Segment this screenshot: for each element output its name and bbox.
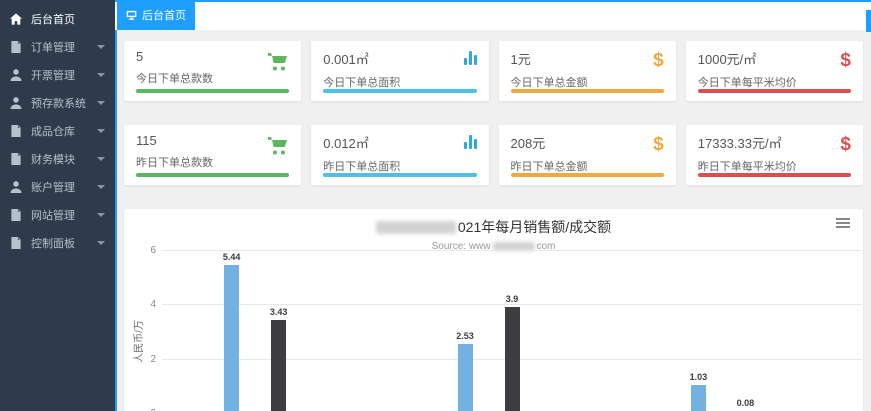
stat-card: 208元昨日下单总金额 $ [499, 125, 676, 185]
bar-销售额-1日[interactable] [224, 265, 239, 411]
tab-backend-home[interactable]: 后台首页 [117, 0, 195, 30]
chevron-down-icon [97, 45, 105, 49]
stat-label: 今日下单总金额 [511, 74, 664, 90]
stat-card-row-today: 5今日下单总款数0.001㎡今日下单总面积1元今日下单总金额$1000元/㎡今日… [124, 41, 863, 101]
stat-value: 17333.33元/㎡ [698, 133, 851, 152]
file-icon [10, 153, 24, 165]
y-axis-tick: 4 [128, 299, 156, 310]
stat-card-row-yesterday: 115昨日下单总款数0.012㎡昨日下单总面积208元昨日下单总金额$17333… [124, 125, 863, 185]
dollar-icon: $ [653, 135, 664, 155]
stat-label: 今日下单总面积 [323, 74, 476, 90]
y-axis-tick: 6 [128, 245, 156, 256]
bar-value-label: 0.08 [737, 398, 755, 408]
sidebar-item-6[interactable]: 账户管理 [0, 173, 115, 201]
stat-card: 0.001㎡今日下单总面积 [311, 41, 488, 101]
gridline [162, 304, 862, 305]
dollar-icon: $ [840, 135, 851, 155]
stat-value: 1元 [511, 49, 664, 68]
stat-value: 208元 [511, 133, 664, 152]
stat-value: 0.001㎡ [323, 49, 476, 68]
bar-销售额-3日[interactable] [691, 385, 706, 411]
home-icon [10, 13, 24, 25]
sidebar-item-label: 成品仓库 [31, 123, 75, 139]
bar-chart-plot: 0246人民币/万5.443.431日2.533.92日1.030.083日 [124, 209, 863, 411]
cart-icon [266, 51, 289, 77]
stat-label: 今日下单每平米均价 [698, 74, 851, 90]
stat-card: 17333.33元/㎡昨日下单每平米均价 $ [686, 125, 863, 185]
sidebar-item-label: 账户管理 [31, 179, 75, 195]
file-icon [10, 41, 24, 53]
file-icon [10, 237, 24, 249]
stat-underline [698, 173, 851, 177]
sidebar-item-8[interactable]: 控制面板 [0, 229, 115, 257]
sales-chart-card: 021年每月销售额/成交额 Source: www com 0246人民币/万5… [124, 209, 863, 411]
sidebar-item-1[interactable]: 订单管理 [0, 33, 115, 61]
user-icon [10, 69, 24, 81]
sidebar-item-label: 网站管理 [31, 207, 75, 223]
dollar-icon: $ [840, 51, 851, 71]
chevron-down-icon [97, 157, 105, 161]
chevron-down-icon [97, 73, 105, 77]
tab-label: 后台首页 [142, 7, 186, 23]
sidebar-item-label: 财务模块 [31, 151, 75, 167]
stat-underline [136, 173, 289, 177]
sidebar-item-label: 预存款系统 [31, 95, 86, 111]
chevron-down-icon [97, 213, 105, 217]
file-icon [10, 125, 24, 137]
bar-value-label: 1.03 [690, 372, 708, 382]
stat-value: 1000元/㎡ [698, 49, 851, 68]
stat-underline [511, 89, 664, 93]
sidebar-item-label: 订单管理 [31, 39, 75, 55]
sidebar-item-0[interactable]: 后台首页 [0, 5, 115, 33]
bar-value-label: 5.44 [223, 252, 241, 262]
sidebar-item-label: 开票管理 [31, 67, 75, 83]
gridline [162, 250, 862, 251]
bar-value-label: 2.53 [456, 331, 474, 341]
bar-value-label: 3.9 [506, 294, 519, 304]
stat-underline [323, 173, 476, 177]
sidebar-item-label: 控制面板 [31, 235, 75, 251]
chevron-down-icon [97, 241, 105, 245]
stat-label: 昨日下单总面积 [323, 158, 476, 174]
bar-成交额-1日[interactable] [271, 320, 286, 411]
stat-label: 昨日下单每平米均价 [698, 158, 851, 174]
stat-underline [136, 89, 289, 93]
sidebar-item-7[interactable]: 网站管理 [0, 201, 115, 229]
user-icon [10, 97, 24, 109]
sidebar-item-label: 后台首页 [31, 11, 75, 27]
bars-icon [464, 135, 477, 149]
stat-card: 0.012㎡昨日下单总面积 [311, 125, 488, 185]
chevron-down-icon [97, 185, 105, 189]
stat-underline [698, 89, 851, 93]
sidebar-item-5[interactable]: 财务模块 [0, 145, 115, 173]
bars-icon [464, 51, 477, 65]
y-axis-title: 人民币/万 [130, 320, 145, 363]
content-area: 5今日下单总款数0.001㎡今日下单总面积1元今日下单总金额$1000元/㎡今日… [115, 30, 871, 411]
stat-card: 115昨日下单总款数 [124, 125, 301, 185]
cart-icon [266, 135, 289, 161]
chevron-down-icon [97, 101, 105, 105]
bar-value-label: 3.43 [270, 307, 288, 317]
stat-label: 昨日下单总金额 [511, 158, 664, 174]
sidebar-item-3[interactable]: 预存款系统 [0, 89, 115, 117]
sidebar-item-4[interactable]: 成品仓库 [0, 117, 115, 145]
stat-value: 0.012㎡ [323, 133, 476, 152]
dollar-icon: $ [653, 51, 664, 71]
bar-成交额-2日[interactable] [505, 307, 520, 411]
monitor-icon [126, 10, 137, 20]
sidebar: 后台首页订单管理开票管理预存款系统成品仓库财务模块账户管理网站管理控制面板 [0, 0, 115, 411]
sidebar-item-2[interactable]: 开票管理 [0, 61, 115, 89]
tab-bar: 后台首页 [115, 0, 871, 30]
stat-card: 1000元/㎡今日下单每平米均价 $ [686, 41, 863, 101]
user-icon [10, 181, 24, 193]
file-icon [10, 209, 24, 221]
stat-card: 1元今日下单总金额 $ [499, 41, 676, 101]
chevron-down-icon [97, 129, 105, 133]
bar-销售额-2日[interactable] [458, 344, 473, 411]
main-column: 后台首页 5今日下单总款数0.001㎡今日下单总面积1元今日下单总金额$1000… [115, 0, 871, 411]
stat-underline [511, 173, 664, 177]
stat-card: 5今日下单总款数 [124, 41, 301, 101]
stat-underline [323, 89, 476, 93]
tabbar-scrollbar-thumb[interactable] [866, 10, 871, 32]
